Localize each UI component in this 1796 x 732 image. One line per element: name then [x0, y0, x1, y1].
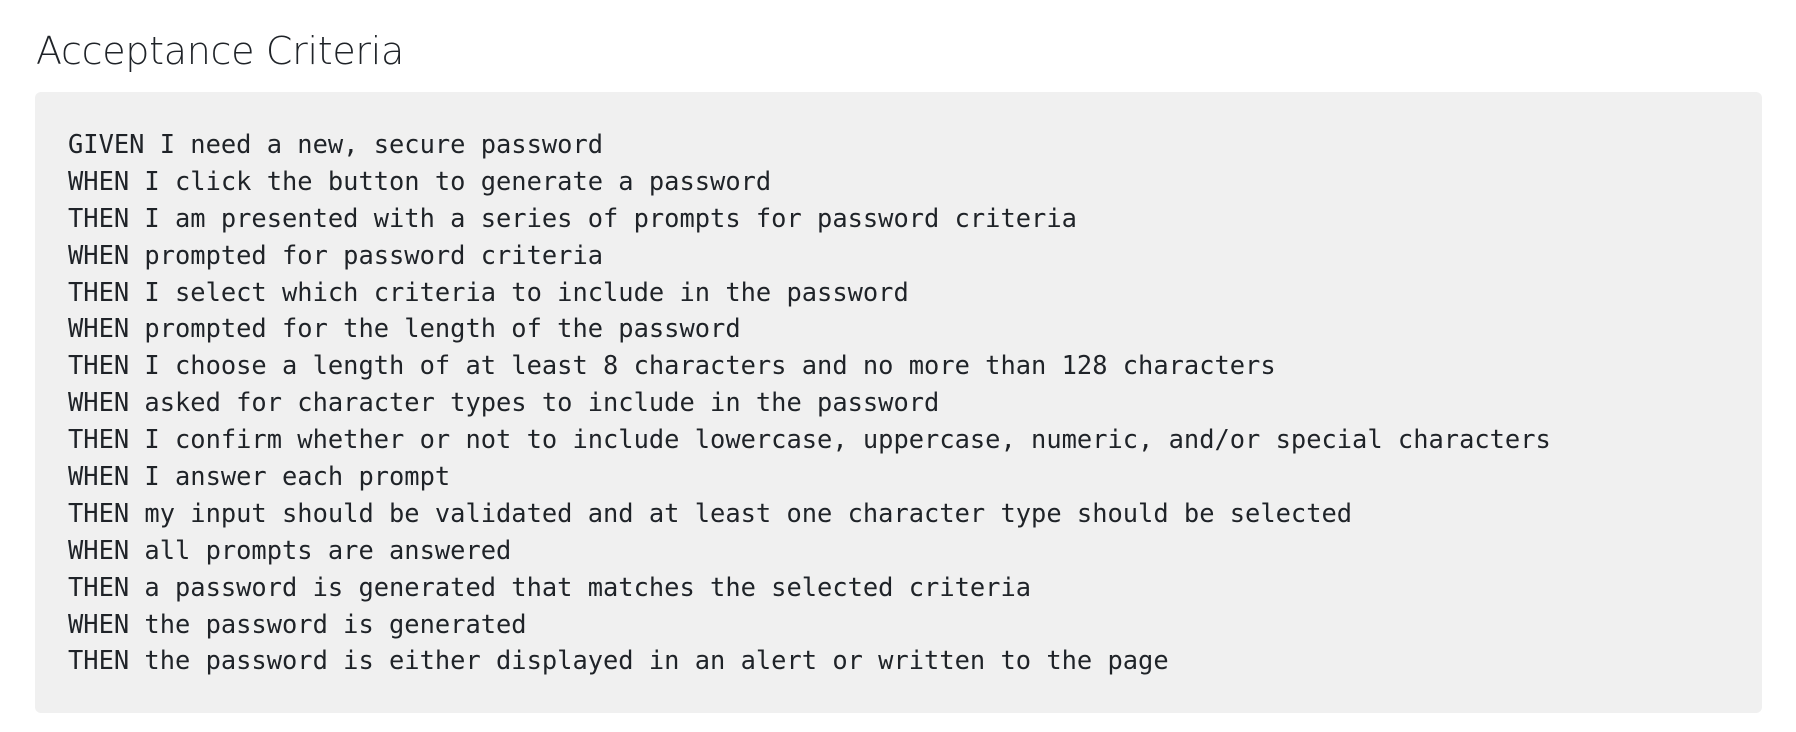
code-line: GIVEN I need a new, secure password — [68, 129, 604, 159]
code-lines: GIVEN I need a new, secure password WHEN… — [68, 126, 1762, 679]
code-line: THEN I choose a length of at least 8 cha… — [68, 350, 1276, 381]
code-line: WHEN I answer each prompt — [68, 461, 451, 492]
code-line: WHEN I click the button to generate a pa… — [68, 165, 772, 196]
code-line: THEN a password is generated that matche… — [68, 571, 1032, 602]
readme-section: Acceptance Criteria GIVEN I need a new, … — [0, 0, 1796, 732]
code-line: THEN I confirm whether or not to include… — [68, 424, 1551, 455]
code-line: WHEN the password is generated — [68, 608, 527, 639]
section-heading: Acceptance Criteria — [36, 29, 404, 73]
code-line: THEN I select which criteria to include … — [68, 276, 909, 307]
code-line: THEN my input should be validated and at… — [68, 497, 1353, 528]
code-line: WHEN prompted for the length of the pass… — [68, 313, 741, 344]
code-line: THEN the password is either displayed in… — [68, 645, 1169, 676]
code-block: GIVEN I need a new, secure password WHEN… — [35, 92, 1762, 713]
code-line: WHEN asked for character types to includ… — [68, 387, 940, 418]
code-line: WHEN all prompts are answered — [68, 534, 512, 565]
code-line: THEN I am presented with a series of pro… — [68, 202, 1077, 233]
code-line: WHEN prompted for password criteria — [68, 239, 604, 270]
